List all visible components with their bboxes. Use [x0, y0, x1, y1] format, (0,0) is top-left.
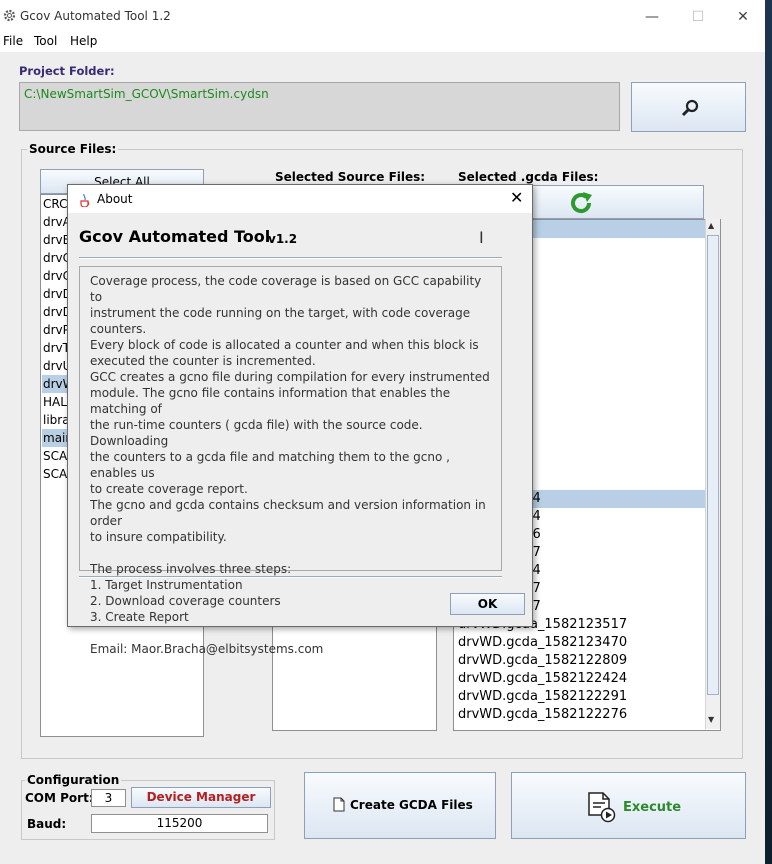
about-dialog-title: About	[97, 192, 133, 206]
browse-button[interactable]	[631, 82, 746, 132]
scroll-up-icon[interactable]: ▲	[708, 221, 714, 230]
about-description: Coverage process, the code coverage is b…	[79, 266, 502, 656]
about-title-bar: About ✕	[68, 185, 532, 213]
ok-label: OK	[477, 597, 498, 611]
java-icon	[80, 193, 90, 207]
create-gcda-label: Create GCDA Files	[350, 797, 473, 812]
configuration-title: Configuration	[25, 773, 122, 787]
scroll-down-icon[interactable]: ▼	[708, 715, 714, 724]
list-item[interactable]: drvWD.gcda_1582122276	[455, 706, 705, 724]
project-path-field[interactable]: C:\NewSmartSim_GCOV\SmartSim.cydsn	[19, 82, 620, 131]
project-folder-label: Project Folder:	[19, 64, 115, 78]
refresh-icon	[571, 192, 592, 213]
scrollbar-thumb[interactable]	[707, 235, 719, 695]
text-cursor-icon: I	[479, 228, 484, 247]
device-manager-button[interactable]: Device Manager	[131, 787, 271, 808]
search-icon	[681, 99, 699, 117]
list-item[interactable]: drvWD.gcda_1582123470	[455, 634, 705, 652]
com-port-field[interactable]: 3	[91, 789, 126, 807]
title-bar: Gcov Automated Tool 1.2 — ☐ ✕	[0, 0, 765, 32]
list-item[interactable]: drvWD.gcda_1582122809	[455, 652, 705, 670]
selected-source-title: Selected Source Files:	[275, 170, 426, 184]
divider	[79, 576, 502, 578]
menu-help[interactable]: Help	[70, 34, 97, 48]
menu-file[interactable]: File	[3, 34, 23, 48]
ok-button[interactable]: OK	[450, 593, 525, 615]
window-title: Gcov Automated Tool 1.2	[20, 9, 171, 23]
about-dialog: About ✕ Gcov Automated Tool v1.2 I Cover…	[67, 184, 533, 656]
com-port-label: COM Port:	[25, 791, 94, 805]
close-button[interactable]: ✕	[728, 6, 758, 28]
create-gcda-button[interactable]: Create GCDA Files	[304, 772, 496, 839]
desktop-background	[765, 0, 772, 864]
menu-bar: File Tool Help	[0, 32, 765, 52]
list-item[interactable]: drvWD.gcda_1582122424	[455, 670, 705, 688]
execute-label: Execute	[623, 799, 682, 815]
gear-icon	[3, 9, 16, 22]
maximize-button[interactable]: ☐	[683, 6, 713, 28]
source-files-title: Source Files:	[27, 142, 119, 156]
minimize-button[interactable]: —	[637, 6, 667, 28]
baud-field[interactable]: 115200	[91, 814, 268, 833]
execute-document-icon	[588, 792, 616, 823]
list-item[interactable]: drvWD.gcda_1582122291	[455, 688, 705, 706]
device-manager-label: Device Manager	[146, 790, 256, 804]
document-icon	[333, 797, 345, 812]
main-window: Gcov Automated Tool 1.2 — ☐ ✕ File Tool …	[0, 0, 765, 864]
gcda-scrollbar[interactable]: ▲ ▼	[705, 219, 720, 729]
selected-gcda-title: Selected .gcda Files:	[458, 170, 599, 184]
about-close-button[interactable]: ✕	[510, 188, 523, 207]
baud-label: Baud:	[27, 817, 67, 831]
about-version: v1.2	[268, 232, 298, 246]
divider	[79, 257, 502, 259]
about-heading: Gcov Automated Tool	[79, 227, 271, 246]
menu-tool[interactable]: Tool	[34, 34, 57, 48]
execute-button[interactable]: Execute	[511, 772, 746, 839]
